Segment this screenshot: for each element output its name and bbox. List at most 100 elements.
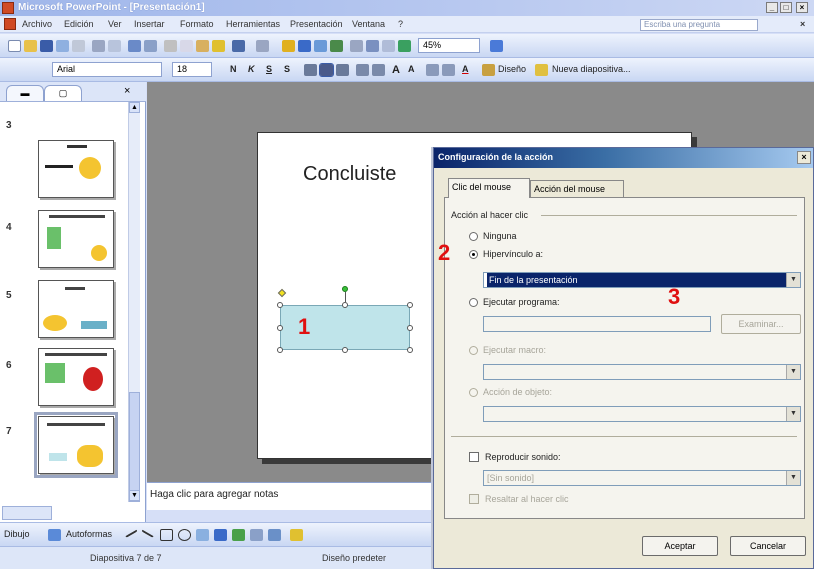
permission-icon[interactable] <box>56 40 69 52</box>
menu-ver[interactable]: Ver <box>108 19 122 29</box>
adjust-handle[interactable] <box>277 288 287 298</box>
hyperlink-select[interactable]: Fin de la presentación ▼ <box>483 272 801 288</box>
slides-scrollbar[interactable]: ▲ ▼ <box>128 102 140 502</box>
picture-icon[interactable] <box>268 529 281 541</box>
line-icon[interactable] <box>123 526 138 538</box>
bullets-icon[interactable] <box>372 64 385 76</box>
diagram-icon[interactable] <box>232 529 245 541</box>
chevron-down-icon[interactable]: ▼ <box>786 407 800 421</box>
draw-menu-button[interactable]: Dibujo <box>4 529 30 539</box>
tab-outline[interactable]: ▬ <box>6 85 44 101</box>
dialog-close-button[interactable]: × <box>797 151 811 164</box>
chevron-down-icon[interactable]: ▼ <box>786 471 800 485</box>
menu-help[interactable]: ? <box>398 19 403 29</box>
font-name-select[interactable]: Arial <box>52 62 162 77</box>
zoom-select[interactable]: 45% <box>418 38 480 53</box>
resize-handle[interactable] <box>277 347 283 353</box>
object-action-select[interactable]: ▼ <box>483 406 801 422</box>
scroll-up-button[interactable]: ▲ <box>129 102 140 113</box>
shrink-font-button[interactable]: A <box>408 64 415 74</box>
insert-diagram-icon[interactable] <box>330 40 343 52</box>
maximize-button[interactable]: □ <box>780 2 792 13</box>
resize-handle[interactable] <box>407 302 413 308</box>
numbering-icon[interactable] <box>356 64 369 76</box>
autoshapes-button[interactable]: Autoformas <box>66 529 112 539</box>
ok-button[interactable]: Aceptar <box>642 536 718 556</box>
bold-button[interactable]: N <box>230 64 237 74</box>
tab-slides[interactable]: ▢ <box>44 85 82 101</box>
help-icon[interactable] <box>490 40 503 52</box>
browse-button[interactable]: Examinar... <box>721 314 801 334</box>
menu-ventana[interactable]: Ventana <box>352 19 385 29</box>
resize-handle[interactable] <box>407 325 413 331</box>
tab-mouse-click[interactable]: Clic del mouse <box>448 178 530 198</box>
shadow-button[interactable]: S <box>284 64 290 74</box>
cancel-button[interactable]: Cancelar <box>730 536 806 556</box>
resize-handle[interactable] <box>277 302 283 308</box>
tab-mouse-over[interactable]: Acción del mouse <box>530 180 624 198</box>
ask-question-input[interactable]: Escriba una pregunta <box>640 19 758 31</box>
radio-run-macro[interactable] <box>469 346 478 355</box>
radio-hyperlink[interactable] <box>469 250 478 259</box>
open-icon[interactable] <box>24 40 37 52</box>
powerpoint-app-icon[interactable] <box>2 2 14 14</box>
align-left-icon[interactable] <box>304 64 317 76</box>
chevron-down-icon[interactable]: ▼ <box>786 365 800 379</box>
design-button[interactable]: Diseño <box>498 64 526 74</box>
menu-presentacion[interactable]: Presentación <box>290 19 343 29</box>
close-document-icon[interactable]: × <box>800 19 805 29</box>
print-preview-icon[interactable] <box>108 40 121 52</box>
align-center-icon[interactable] <box>319 63 334 77</box>
print-icon[interactable] <box>92 40 105 52</box>
rectangle-icon[interactable] <box>160 529 173 541</box>
expand-all-icon[interactable] <box>350 40 363 52</box>
close-pane-icon[interactable]: × <box>124 85 130 97</box>
resize-handle[interactable] <box>277 325 283 331</box>
menu-insertar[interactable]: Insertar <box>134 19 165 29</box>
tables-borders-icon[interactable] <box>314 40 327 52</box>
radio-none[interactable] <box>469 232 478 241</box>
new-icon[interactable] <box>8 40 21 52</box>
decrease-indent-icon[interactable] <box>426 64 439 76</box>
notes-placeholder[interactable]: Haga clic para agregar notas <box>150 489 278 500</box>
notes-pane[interactable]: Haga clic para agregar notas <box>147 482 437 510</box>
save-icon[interactable] <box>40 40 53 52</box>
slide-thumbnail-6[interactable] <box>38 348 114 406</box>
highlight-click-checkbox[interactable] <box>469 494 479 504</box>
slide-thumbnail-4[interactable] <box>38 210 114 268</box>
format-painter-icon[interactable] <box>212 40 225 52</box>
fill-color-icon[interactable] <box>290 529 303 541</box>
arrow-icon[interactable] <box>141 526 156 538</box>
insert-chart-icon[interactable] <box>282 40 295 52</box>
play-sound-checkbox[interactable] <box>469 452 479 462</box>
show-formatting-icon[interactable] <box>366 40 379 52</box>
show-grid-icon[interactable] <box>382 40 395 52</box>
italic-button[interactable]: K <box>248 64 255 74</box>
select-objects-icon[interactable] <box>48 529 61 541</box>
scroll-thumb[interactable] <box>129 392 140 502</box>
scroll-down-button[interactable]: ▼ <box>129 490 140 501</box>
wordart-icon[interactable] <box>214 529 227 541</box>
chevron-down-icon[interactable]: ▼ <box>786 273 800 287</box>
resize-handle[interactable] <box>407 347 413 353</box>
increase-indent-icon[interactable] <box>442 64 455 76</box>
menu-herramientas[interactable]: Herramientas <box>226 19 280 29</box>
slide-thumbnail-7[interactable] <box>34 412 118 478</box>
new-slide-button[interactable]: Nueva diapositiva... <box>552 64 631 74</box>
email-icon[interactable] <box>72 40 85 52</box>
radio-run-program[interactable] <box>469 298 478 307</box>
new-slide-icon[interactable] <box>535 64 548 76</box>
slide-title[interactable]: Concluiste <box>303 163 396 186</box>
minimize-button[interactable]: _ <box>766 2 778 13</box>
font-color-button[interactable]: A <box>462 64 469 74</box>
menu-archivo[interactable]: Archivo <box>22 19 52 29</box>
font-size-select[interactable]: 18 <box>172 62 212 77</box>
slide-thumbnail-5[interactable] <box>38 280 114 338</box>
menu-edicion[interactable]: Edición <box>64 19 94 29</box>
resize-handle[interactable] <box>342 347 348 353</box>
redo-icon[interactable] <box>256 40 269 52</box>
program-path-input[interactable] <box>483 316 711 332</box>
color-grayscale-icon[interactable] <box>398 40 411 52</box>
paste-icon[interactable] <box>196 40 209 52</box>
underline-button[interactable]: S <box>266 64 272 74</box>
